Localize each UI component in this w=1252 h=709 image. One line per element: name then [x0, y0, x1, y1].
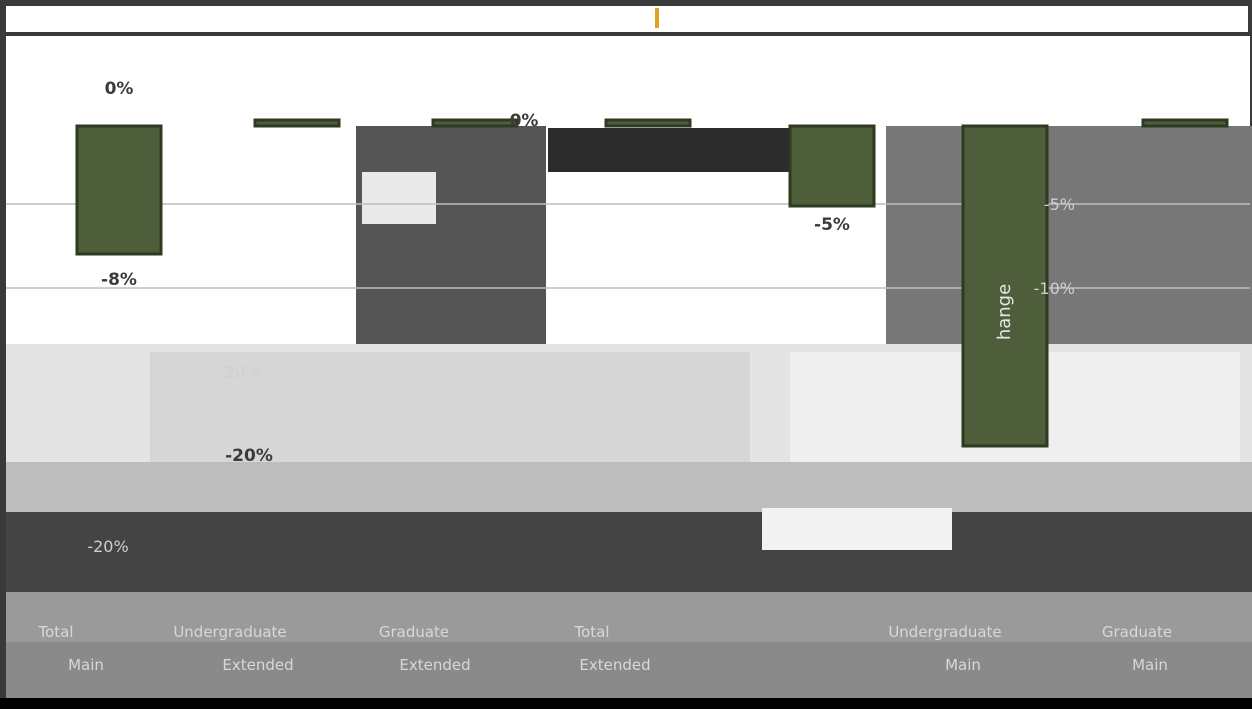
data-label: -20%	[225, 446, 273, 466]
category-label-bottom: Extended	[222, 656, 293, 674]
data-label: 0%	[105, 79, 134, 99]
y-axis-title: hange	[994, 284, 1015, 340]
category-label-top: Undergraduate	[173, 623, 286, 641]
category-label-top: Undergraduate	[888, 623, 1001, 641]
data-label: -8%	[101, 270, 137, 290]
bar-6	[1141, 118, 1229, 128]
category-label-bottom: Extended	[579, 656, 650, 674]
y-tick-label: -10%	[1034, 279, 1075, 298]
category-label-top: Graduate	[1102, 623, 1172, 641]
bar-4	[788, 124, 876, 208]
category-label-top: Total	[573, 623, 609, 641]
bar-3	[604, 118, 692, 128]
y-tick-label: -5%	[1044, 195, 1075, 214]
category-label-bottom: Main	[1132, 656, 1168, 674]
category-label-bottom: Extended	[399, 656, 470, 674]
category-label-top: Graduate	[379, 623, 449, 641]
category-label-bottom: Main	[68, 656, 104, 674]
bar-1	[253, 118, 341, 128]
category-label-top: Total	[37, 623, 73, 641]
data-label: 0%	[510, 111, 539, 131]
data-label: -5%	[814, 215, 850, 235]
chart-canvas: -5% -10% -20% -20% hange 0% -8% 0% -5% -…	[0, 6, 1252, 709]
category-label-bottom: Main	[945, 656, 981, 674]
background-panels	[0, 6, 1252, 709]
y-tick-label: -20%	[219, 363, 260, 382]
bar-0	[75, 124, 163, 256]
y-tick-label: -20%	[87, 537, 128, 556]
bar-2	[431, 118, 519, 128]
